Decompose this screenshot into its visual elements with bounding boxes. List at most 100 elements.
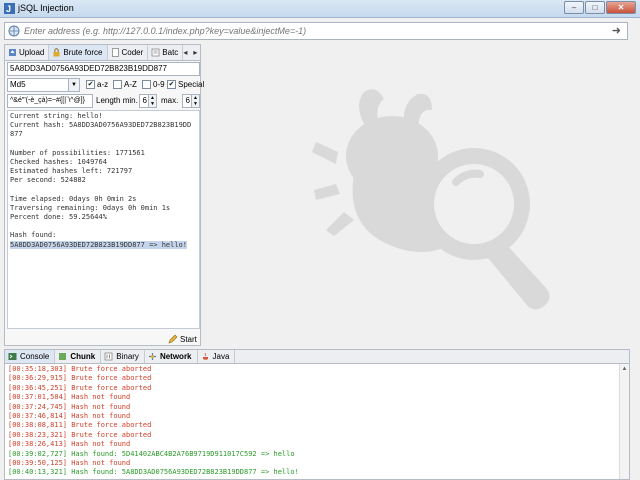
tab-console-label: Console bbox=[20, 352, 50, 361]
scroll-up-icon[interactable]: ▲ bbox=[621, 366, 628, 374]
network-icon bbox=[148, 352, 157, 361]
checkbox-digits[interactable]: 0-9 bbox=[142, 80, 165, 89]
url-input[interactable] bbox=[24, 24, 594, 38]
padlock-icon bbox=[52, 48, 61, 57]
checkbox-digits-label: 0-9 bbox=[153, 80, 165, 89]
window-title: jSQL Injection bbox=[18, 3, 74, 13]
spinner-arrows-icon[interactable]: ▲ ▼ bbox=[148, 95, 156, 107]
output-line: Current string: hello! bbox=[10, 112, 103, 120]
tab-binary[interactable]: Binary bbox=[101, 350, 145, 363]
checkbox-lowercase[interactable]: ✔ a-z bbox=[86, 80, 108, 89]
tab-navigation: ◂ ▸ bbox=[183, 45, 200, 60]
start-button-label: Start bbox=[180, 334, 197, 344]
output-line: Percent done: 59.25644% bbox=[10, 213, 107, 222]
log-entry: [00:37:46,814] Hash not found bbox=[8, 411, 131, 420]
output-line: 877 bbox=[10, 130, 23, 139]
console-panel: Console Chunk Binary Network Java [00:35… bbox=[4, 349, 630, 480]
title-bar: J jSQL Injection – □ ✕ bbox=[0, 0, 640, 18]
spinner-arrows-icon[interactable]: ▲ ▼ bbox=[191, 95, 199, 107]
maximize-button[interactable]: □ bbox=[585, 1, 605, 14]
address-bar: ➜ bbox=[4, 22, 628, 40]
document-icon bbox=[111, 48, 120, 57]
minimize-button[interactable]: – bbox=[564, 1, 584, 14]
logo-area bbox=[204, 44, 630, 346]
tab-console[interactable]: Console bbox=[5, 350, 56, 363]
output-line: Checked hashes: 1049764 bbox=[10, 157, 107, 166]
start-button[interactable]: Start bbox=[168, 333, 197, 345]
chevron-down-icon: ▼ bbox=[68, 79, 79, 91]
upload-icon bbox=[8, 48, 17, 57]
tab-prev-icon[interactable]: ◂ bbox=[183, 48, 187, 57]
hash-algorithm-select[interactable]: Md5 ▼ bbox=[7, 78, 80, 92]
console-log-list[interactable]: [00:35:18,303] Brute force aborted [00:3… bbox=[8, 365, 618, 479]
tab-java[interactable]: Java bbox=[198, 350, 236, 363]
checkbox-lowercase-label: a-z bbox=[97, 80, 109, 89]
log-entry: [00:36:45,251] Brute force aborted bbox=[8, 383, 152, 392]
output-line: Hash found: bbox=[10, 231, 57, 240]
tab-upload-label: Upload bbox=[19, 48, 45, 57]
globe-icon bbox=[8, 25, 20, 37]
arrow-right-icon[interactable]: ➜ bbox=[612, 24, 621, 37]
log-entry: [00:36:29,915] Brute force aborted bbox=[8, 374, 152, 383]
hash-algorithm-value: Md5 bbox=[10, 80, 26, 89]
length-min-label: Length min. bbox=[96, 96, 138, 105]
found-result-line: 5A8DD3AD0756A93DED72B823B19DD877 => hell… bbox=[10, 240, 188, 249]
output-line: Estimated hashes left: 721797 bbox=[10, 167, 133, 176]
brute-force-output[interactable]: Current string: hello! Current hash: 5A8… bbox=[7, 110, 200, 329]
checkbox-uppercase[interactable]: A-Z bbox=[113, 80, 137, 89]
tab-network[interactable]: Network bbox=[145, 350, 198, 363]
length-max-spinner[interactable]: 6 ▲ ▼ bbox=[182, 94, 200, 108]
log-entry: [00:37:24,745] Hash not found bbox=[8, 402, 131, 411]
tab-coder-label: Coder bbox=[121, 48, 144, 57]
output-line: Time elapsed: 0days 0h 0min 2s bbox=[10, 194, 137, 203]
length-min-value: 6 bbox=[142, 96, 147, 105]
brute-force-panel: Upload Brute force Coder Batc ◂ ▸ 5A8DD3… bbox=[4, 44, 204, 346]
checkbox-uppercase-label: A-Z bbox=[124, 80, 137, 89]
tab-batch[interactable]: Batc bbox=[148, 45, 184, 60]
checkbox-digits-box[interactable] bbox=[142, 80, 151, 89]
app-logo-icon: J bbox=[4, 3, 15, 14]
tab-java-label: Java bbox=[212, 352, 230, 361]
checkbox-lowercase-box[interactable]: ✔ bbox=[86, 80, 95, 89]
exclude-chars-input[interactable]: ^&é"'(-è_çà)=~#{[|`\^@]} bbox=[7, 94, 93, 108]
length-row: ^&é"'(-è_çà)=~#{[|`\^@]} Length min. 6 ▲… bbox=[7, 94, 200, 108]
close-button[interactable]: ✕ bbox=[606, 1, 636, 14]
hash-input[interactable]: 5A8DD3AD0756A93DED72B823B19DD877 bbox=[7, 62, 200, 76]
log-entry: [00:38:23,321] Brute force aborted bbox=[8, 430, 152, 439]
output-line: Traversing remaining: 0days 0h 0min 1s bbox=[10, 203, 171, 212]
length-max-label: max. bbox=[161, 96, 179, 105]
bug-magnifier-logo-icon bbox=[312, 89, 550, 310]
log-entry: [00:35:18,303] Brute force aborted bbox=[8, 365, 152, 373]
console-icon bbox=[8, 352, 17, 361]
checkbox-uppercase-box[interactable] bbox=[113, 80, 122, 89]
chunk-icon bbox=[58, 352, 67, 361]
window-controls: – □ ✕ bbox=[564, 1, 636, 14]
tab-brute-force[interactable]: Brute force bbox=[49, 45, 108, 60]
tab-network-label: Network bbox=[159, 352, 192, 361]
length-min-spinner[interactable]: 6 ▲ ▼ bbox=[139, 94, 157, 108]
output-line: Per second: 524882 bbox=[10, 176, 86, 185]
checkbox-special[interactable]: ✔ Special bbox=[167, 80, 204, 89]
console-tab-bar: Console Chunk Binary Network Java bbox=[5, 350, 629, 364]
tab-next-icon[interactable]: ▸ bbox=[193, 48, 197, 57]
tab-upload[interactable]: Upload bbox=[5, 45, 50, 60]
tab-batch-label: Batc bbox=[162, 48, 179, 57]
log-entry: [00:39:02,727] Hash found: 5D41402ABC4B2… bbox=[8, 449, 295, 458]
tab-chunk[interactable]: Chunk bbox=[55, 350, 102, 363]
checkbox-special-box[interactable]: ✔ bbox=[167, 80, 176, 89]
left-tab-bar: Upload Brute force Coder Batc ◂ ▸ bbox=[5, 45, 200, 61]
java-icon bbox=[201, 352, 210, 361]
binary-icon bbox=[104, 352, 113, 361]
log-entry: [00:38:26,413] Hash not found bbox=[8, 440, 131, 449]
tab-coder[interactable]: Coder bbox=[108, 45, 149, 60]
console-scrollbar[interactable]: ▲ bbox=[619, 364, 629, 479]
pencil-icon bbox=[168, 334, 178, 344]
svg-text:J: J bbox=[6, 4, 11, 14]
log-entry: [00:39:50,125] Hash not found bbox=[8, 458, 131, 467]
log-entry: [00:38:08,811] Brute force aborted bbox=[8, 421, 152, 430]
output-line: Number of possibilities: 1771561 bbox=[10, 148, 145, 157]
output-line: Current hash: 5A8DD3AD0756A93DED72B823B1… bbox=[10, 121, 192, 130]
